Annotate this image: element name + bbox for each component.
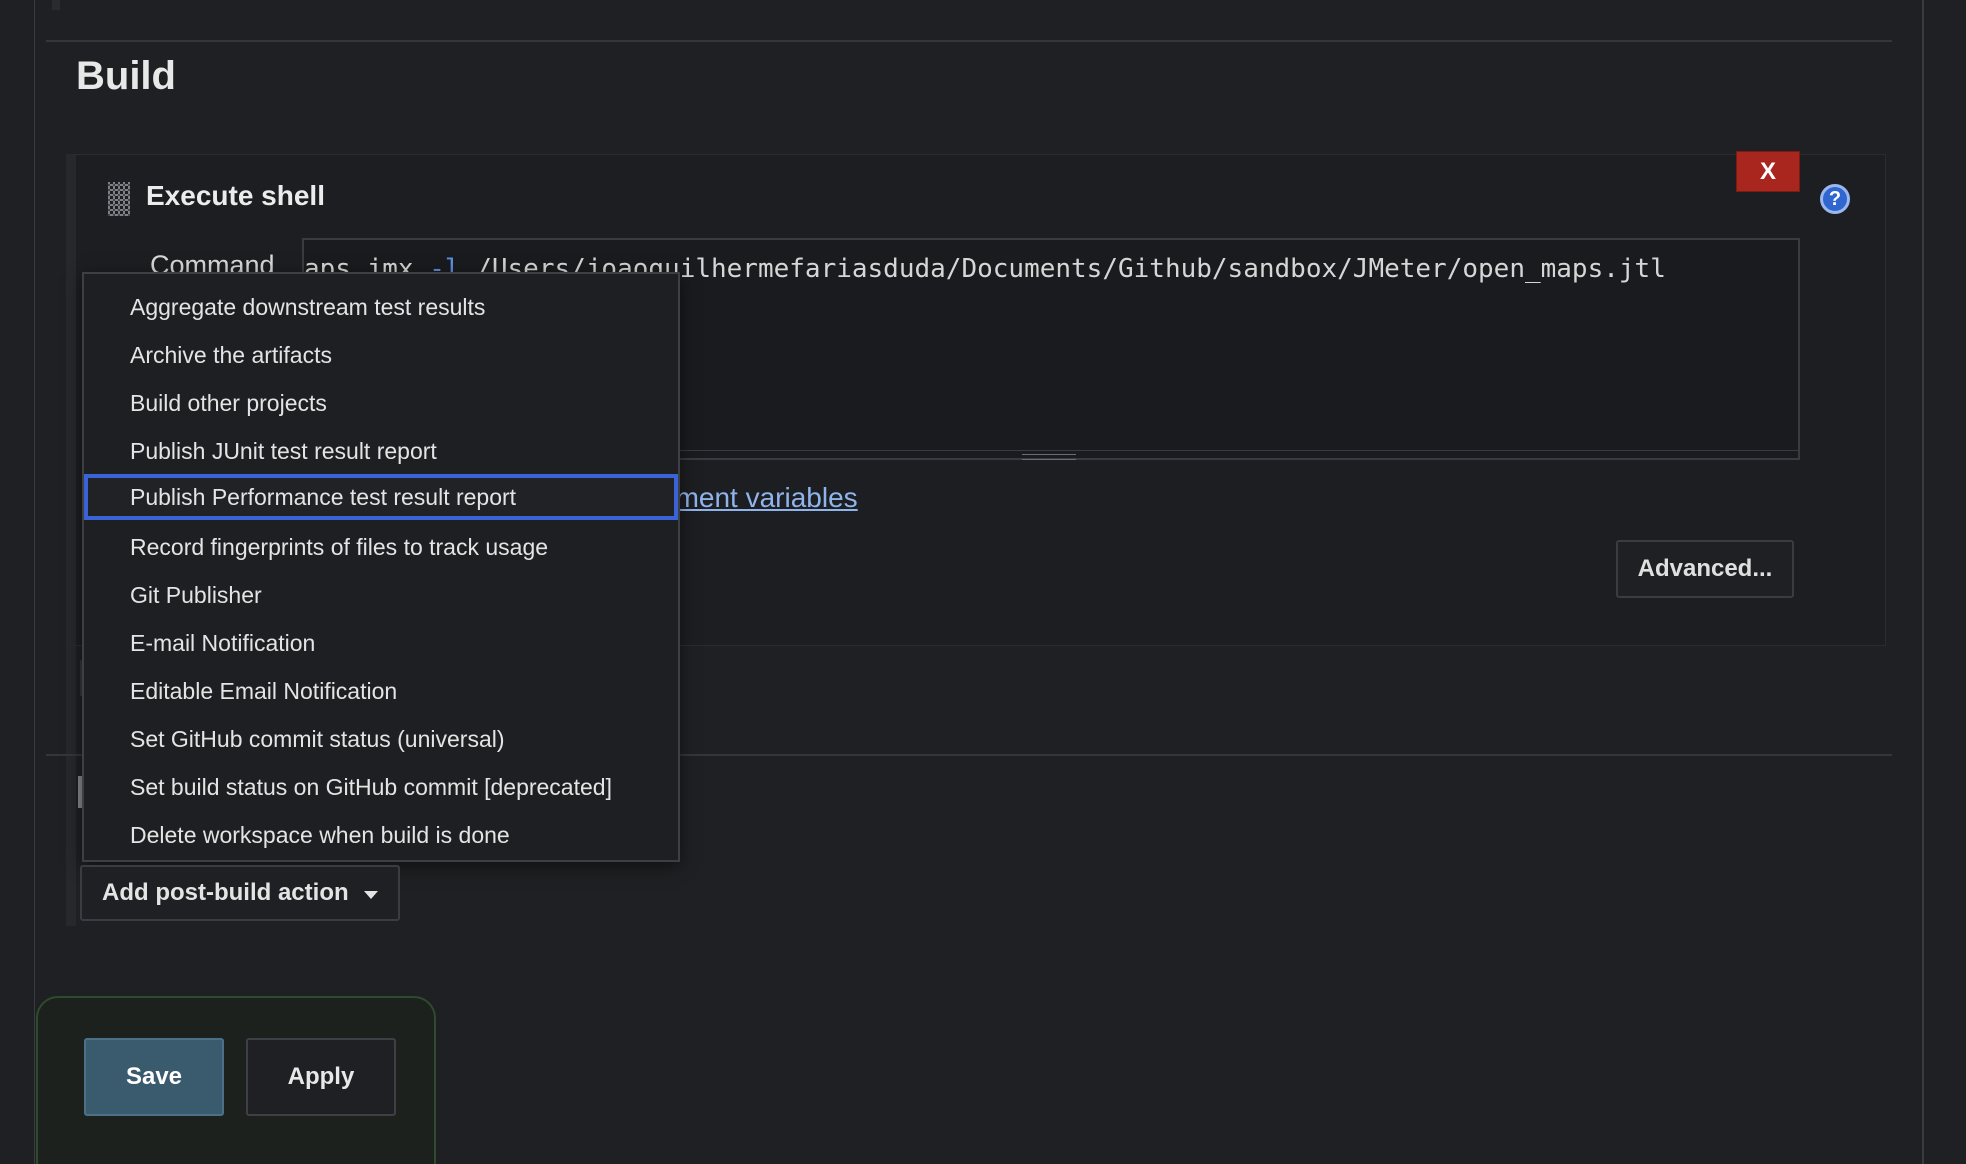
apply-button[interactable]: Apply: [246, 1038, 396, 1116]
post-build-action-menu: Aggregate downstream test results Archiv…: [82, 272, 680, 862]
menu-item-build-other-projects[interactable]: Build other projects: [84, 380, 678, 426]
divider-top: [46, 40, 1892, 42]
menu-item-aggregate-downstream[interactable]: Aggregate downstream test results: [84, 284, 678, 330]
add-post-build-action-button[interactable]: Add post-build action: [80, 865, 400, 921]
menu-item-git-publisher[interactable]: Git Publisher: [84, 572, 678, 618]
environment-variables-link[interactable]: nment variables: [660, 482, 858, 514]
caret-down-icon: [364, 891, 378, 899]
section-title: Build: [76, 54, 176, 98]
delete-step-button[interactable]: X: [1736, 151, 1800, 192]
frame-right-border: [1922, 0, 1924, 1164]
save-button[interactable]: Save: [84, 1038, 224, 1116]
menu-item-publish-performance[interactable]: Publish Performance test result report: [84, 474, 678, 520]
menu-item-editable-email[interactable]: Editable Email Notification: [84, 668, 678, 714]
menu-item-email-notification[interactable]: E-mail Notification: [84, 620, 678, 666]
drag-handle-icon[interactable]: [108, 182, 130, 216]
menu-item-archive-artifacts[interactable]: Archive the artifacts: [84, 332, 678, 378]
menu-item-record-fingerprints[interactable]: Record fingerprints of files to track us…: [84, 524, 678, 570]
frame-left-border: [34, 0, 35, 1164]
step-rail: [66, 646, 76, 926]
top-stub: [52, 0, 60, 10]
build-step-title: Execute shell: [146, 180, 325, 211]
menu-item-github-commit-status[interactable]: Set GitHub commit status (universal): [84, 716, 678, 762]
advanced-button[interactable]: Advanced...: [1616, 540, 1794, 598]
jenkins-config-page: Build Execute shell X ? Command aps.jmx …: [0, 0, 1966, 1164]
menu-item-publish-junit[interactable]: Publish JUnit test result report: [84, 428, 678, 474]
menu-item-github-build-status-deprecated[interactable]: Set build status on GitHub commit [depre…: [84, 764, 678, 810]
add-post-build-action-label: Add post-build action: [102, 879, 349, 906]
help-icon[interactable]: ?: [1820, 184, 1850, 214]
menu-item-delete-workspace[interactable]: Delete workspace when build is done: [84, 812, 678, 858]
